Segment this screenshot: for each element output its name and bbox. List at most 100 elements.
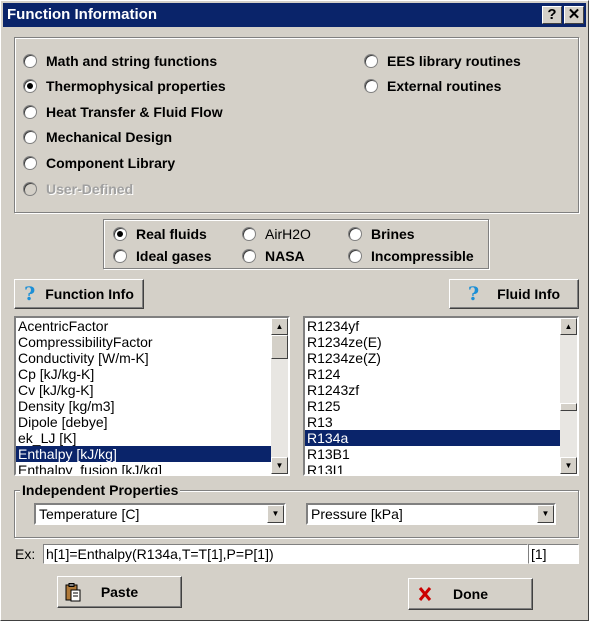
fluid-list-item[interactable]: R124 xyxy=(305,366,560,382)
second-property-value: Pressure [kPa] xyxy=(311,506,403,522)
example-index-field[interactable]: [1] xyxy=(528,544,579,564)
example-label: Ex: xyxy=(15,546,36,562)
clipboard-icon xyxy=(65,583,81,602)
radio-external-routines[interactable]: External routines xyxy=(364,76,501,96)
radio-ideal-gases[interactable]: Ideal gases xyxy=(113,246,212,266)
function-info-label: Function Info xyxy=(45,286,134,302)
radio-thermophysical[interactable]: Thermophysical properties xyxy=(23,76,226,96)
first-property-value: Temperature [C] xyxy=(39,506,140,522)
radio-dot xyxy=(113,249,127,263)
fluids-listbox[interactable]: R1234yf R1234ze(E) R1234ze(Z) R124 R1243zf R1… xyxy=(303,316,579,476)
function-list-item[interactable]: Conductivity [W/m-K] xyxy=(16,350,271,366)
function-list-item[interactable]: CompressibilityFactor xyxy=(16,334,271,350)
radio-label: EES library routines xyxy=(387,53,521,69)
function-list-item[interactable]: Cp [kJ/kg-K] xyxy=(16,366,271,382)
fluids-list-items: R1234yf R1234ze(E) R1234ze(Z) R124 R1243zf R1… xyxy=(305,318,560,474)
fluid-list-item[interactable]: R13I1 xyxy=(305,462,560,474)
paste-label: Paste xyxy=(100,584,139,600)
radio-label: AirH2O xyxy=(265,226,311,242)
radio-dot xyxy=(242,227,256,241)
function-list-item[interactable]: Dipole [debye] xyxy=(16,414,271,430)
help-icon: ? xyxy=(547,6,557,23)
question-icon: ? xyxy=(467,283,480,305)
fluid-list-item[interactable]: R125 xyxy=(305,398,560,414)
functions-listbox[interactable]: AcentricFactor CompressibilityFactor Condu… xyxy=(14,316,290,476)
radio-dot xyxy=(23,105,37,119)
radio-label: Heat Transfer & Fluid Flow xyxy=(46,104,223,120)
paste-button[interactable]: Paste xyxy=(57,576,182,608)
radio-dot-selected xyxy=(23,79,37,93)
window-title: Function Information xyxy=(7,6,157,23)
scroll-down-arrow-icon[interactable]: ▼ xyxy=(271,457,288,474)
scroll-down-arrow-icon[interactable]: ▼ xyxy=(560,457,577,474)
radio-label: User-Defined xyxy=(46,181,134,197)
close-icon: ✕ xyxy=(567,6,581,23)
help-button[interactable]: ? xyxy=(542,6,562,24)
close-button[interactable]: ✕ xyxy=(564,6,584,24)
fluid-list-item[interactable]: R1243zf xyxy=(305,382,560,398)
fluid-list-item[interactable]: R13 xyxy=(305,414,560,430)
fluid-list-item[interactable]: R1234ze(Z) xyxy=(305,350,560,366)
radio-label: Ideal gases xyxy=(136,248,212,264)
fluid-info-label: Fluid Info xyxy=(497,286,561,302)
function-list-item[interactable]: ek_LJ [K] xyxy=(16,430,271,446)
example-field[interactable]: h[1]=Enthalpy(R134a,T=T[1],P=P[1]) xyxy=(43,544,528,564)
radio-dot xyxy=(348,249,362,263)
radio-incompressible[interactable]: Incompressible xyxy=(348,246,474,266)
scroll-thumb[interactable] xyxy=(271,335,288,359)
function-list-item[interactable]: AcentricFactor xyxy=(16,318,271,334)
function-list-item[interactable]: Density [kg/m3] xyxy=(16,398,271,414)
radio-math-string[interactable]: Math and string functions xyxy=(23,51,217,71)
scroll-up-arrow-icon[interactable]: ▲ xyxy=(271,318,288,335)
radio-ees-library[interactable]: EES library routines xyxy=(364,51,521,71)
radio-dot xyxy=(242,249,256,263)
radio-label: External routines xyxy=(387,78,502,94)
fluid-info-button[interactable]: ? Fluid Info xyxy=(449,279,579,309)
scroll-up-arrow-icon[interactable]: ▲ xyxy=(560,318,577,335)
radio-brines[interactable]: Brines xyxy=(348,224,415,244)
radio-dot-selected xyxy=(113,227,127,241)
radio-label: NASA xyxy=(265,248,305,264)
radio-heat-transfer[interactable]: Heat Transfer & Fluid Flow xyxy=(23,102,223,122)
radio-nasa[interactable]: NASA xyxy=(242,246,305,266)
radio-label: Real fluids xyxy=(136,226,207,242)
radio-dot xyxy=(23,54,37,68)
function-list-item[interactable]: Enthalpy_fusion [kJ/kg] xyxy=(16,462,271,474)
radio-airh2o[interactable]: AirH2O xyxy=(242,224,311,244)
fluid-list-item[interactable]: R134a xyxy=(305,430,560,446)
question-icon: ? xyxy=(24,283,36,305)
radio-dot xyxy=(23,182,37,196)
radio-dot xyxy=(364,54,378,68)
radio-real-fluids[interactable]: Real fluids xyxy=(113,224,207,244)
radio-mechanical-design[interactable]: Mechanical Design xyxy=(23,127,172,147)
radio-dot xyxy=(348,227,362,241)
title-bar[interactable]: Function Information ? ✕ xyxy=(3,3,586,27)
done-label: Done xyxy=(453,586,488,602)
function-list-item[interactable]: Enthalpy [kJ/kg] xyxy=(16,446,271,462)
fluid-list-item[interactable]: R1234yf xyxy=(305,318,560,334)
radio-label: Brines xyxy=(371,226,415,242)
radio-dot xyxy=(23,156,37,170)
radio-user-defined: User-Defined xyxy=(23,179,133,199)
scroll-thumb[interactable] xyxy=(560,403,577,412)
dropdown-arrow-icon[interactable]: ▼ xyxy=(537,505,554,523)
independent-properties-legend: Independent Properties xyxy=(20,482,181,498)
functions-list-items: AcentricFactor CompressibilityFactor Condu… xyxy=(16,318,271,474)
done-button[interactable]: Done xyxy=(408,578,533,610)
fluids-scrollbar[interactable]: ▲ ▼ xyxy=(560,318,577,474)
functions-scrollbar[interactable]: ▲ ▼ xyxy=(271,318,288,474)
fluid-list-item[interactable]: R13B1 xyxy=(305,446,560,462)
radio-label: Component Library xyxy=(46,155,176,171)
fluid-list-item[interactable]: R1234ze(E) xyxy=(305,334,560,350)
second-property-select[interactable]: Pressure [kPa] ▼ xyxy=(306,503,556,525)
function-list-item[interactable]: Cv [kJ/kg-K] xyxy=(16,382,271,398)
first-property-select[interactable]: Temperature [C] ▼ xyxy=(34,503,286,525)
dropdown-arrow-icon[interactable]: ▼ xyxy=(267,505,284,523)
radio-label: Math and string functions xyxy=(46,53,218,69)
red-x-icon xyxy=(418,586,432,605)
radio-dot xyxy=(364,79,378,93)
function-information-dialog: Function Information ? ✕ Math and string… xyxy=(0,0,589,621)
radio-component-library[interactable]: Component Library xyxy=(23,153,175,173)
radio-label: Mechanical Design xyxy=(46,129,173,145)
function-info-button[interactable]: ? Function Info xyxy=(14,279,144,309)
